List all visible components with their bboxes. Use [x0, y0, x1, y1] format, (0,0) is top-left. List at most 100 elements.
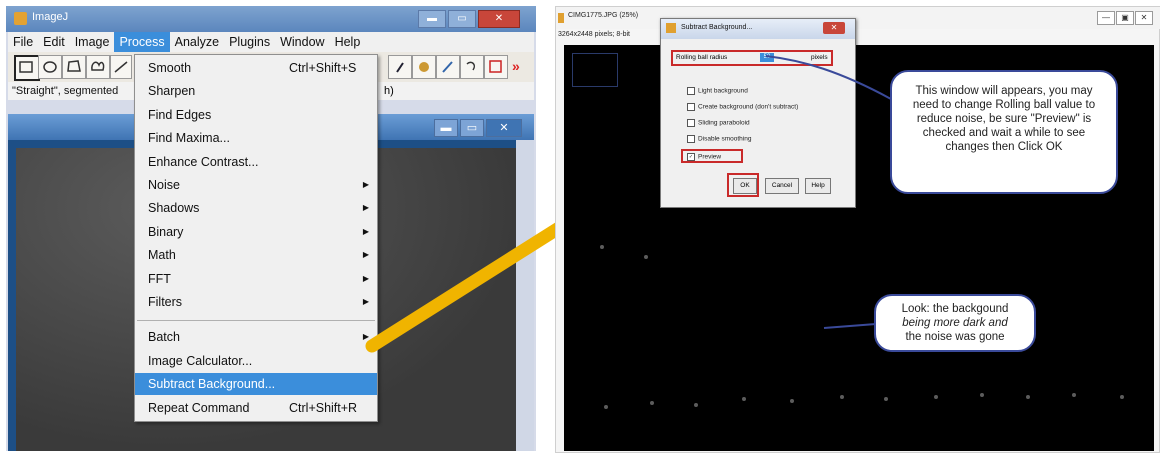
rectangle-tool-icon[interactable]	[14, 55, 40, 81]
checkbox-label: Disable smoothing	[698, 135, 752, 143]
imagej-titlebar: ImageJ ▬ ▭ ✕	[6, 6, 536, 32]
menu-item-repeat-command[interactable]: Repeat Command Ctrl+Shift+R	[135, 397, 377, 419]
menu-window[interactable]: Window	[275, 32, 329, 52]
image-speck	[934, 395, 938, 399]
result-callout-line2: being more dark and	[902, 317, 1008, 329]
callout-pointer-bottom	[823, 323, 877, 329]
image-speck	[1072, 393, 1076, 397]
menu-item-label: Find Edges	[148, 107, 212, 122]
process-menu: Smooth Ctrl+Shift+S Sharpen Find Edges Find …	[134, 54, 378, 422]
menu-item-label: Smooth	[148, 61, 192, 75]
result-callout-line3: the noise was gone	[905, 331, 1005, 343]
checkbox-box[interactable]	[687, 87, 695, 95]
menu-item-batch[interactable]: Batch ▶	[135, 326, 377, 348]
image-speck	[742, 397, 746, 401]
menu-item-math[interactable]: Math ▶	[135, 244, 377, 266]
menu-image[interactable]: Image	[70, 32, 115, 52]
more-tools-icon[interactable]: »	[512, 58, 520, 74]
menu-bar: File Edit Image Process Analyze Plugins Window…	[8, 32, 534, 52]
menu-item-label: Sharpen	[148, 84, 196, 99]
result-callout: Look: the backgound being more dark and …	[874, 294, 1036, 352]
result-callout-line1: Look: the backgound	[901, 303, 1009, 315]
menu-process[interactable]: Process	[114, 32, 170, 52]
menu-item-image-calculator[interactable]: Image Calculator...	[135, 350, 377, 372]
menu-separator	[137, 320, 375, 322]
menu-item-label: Math	[148, 248, 176, 263]
menu-item-shortcut: Ctrl+Shift+S	[289, 61, 357, 75]
menu-plugins[interactable]: Plugins	[224, 32, 275, 52]
menu-item-label: Binary	[148, 224, 184, 239]
maximize-button[interactable]: ▣	[1116, 11, 1134, 25]
dialog-title: Subtract Background...	[681, 24, 753, 31]
menu-item-fft[interactable]: FFT ▶	[135, 268, 377, 290]
lut-tool-icon[interactable]	[412, 55, 436, 79]
menu-item-label: Shadows	[148, 201, 200, 216]
image-speck	[600, 245, 604, 249]
menu-item-find-maxima[interactable]: Find Maxima...	[135, 127, 377, 149]
minimize-button[interactable]: ▬	[418, 10, 446, 28]
rolling-ball-label: Rolling ball radius	[676, 54, 728, 61]
menu-edit[interactable]: Edit	[38, 32, 70, 52]
menu-item-enhance-contrast[interactable]: Enhance Contrast...	[135, 151, 377, 173]
checkbox-sliding-paraboloid[interactable]: Sliding paraboloid	[687, 119, 750, 127]
menu-help[interactable]: Help	[330, 32, 366, 52]
stack-tool-icon[interactable]	[484, 55, 508, 79]
menu-analyze[interactable]: Analyze	[170, 32, 224, 52]
status-bar-right: h)	[384, 85, 394, 97]
checkbox-disable-smoothing[interactable]: Disable smoothing	[687, 135, 751, 143]
preview-highlight-box	[681, 149, 743, 163]
freehand-tool-icon[interactable]	[86, 55, 110, 79]
cancel-button[interactable]: Cancel	[765, 178, 799, 194]
checkbox-box[interactable]	[687, 135, 695, 143]
imagej-window-buttons: ▬ ▭ ✕	[418, 10, 520, 28]
instruction-callout: This window will appears, you may need t…	[890, 70, 1118, 194]
imagej-app-icon	[666, 23, 676, 33]
menu-item-filters[interactable]: Filters ▶	[135, 291, 377, 313]
minimize-button[interactable]: —	[1097, 11, 1115, 25]
image-speck	[644, 255, 648, 259]
close-button[interactable]: ✕	[478, 10, 520, 28]
maximize-button[interactable]: ▭	[448, 10, 476, 28]
menu-file[interactable]: File	[8, 32, 38, 52]
menu-item-subtract-background[interactable]: Subtract Background...	[135, 373, 377, 396]
help-button[interactable]: Help	[805, 178, 831, 194]
selection-rectangle	[572, 53, 618, 87]
close-button[interactable]: ✕	[486, 119, 522, 137]
close-button[interactable]: ✕	[1135, 11, 1153, 25]
arrow-tool-icon[interactable]	[460, 55, 484, 79]
checkbox-label: Light background	[698, 87, 748, 95]
menu-item-label: Batch	[148, 330, 180, 345]
menu-item-shortcut: Ctrl+Shift+R	[289, 400, 358, 415]
result-window-titlebar: CIMG1775.JPG (25%) — ▣ ✕	[556, 7, 1160, 29]
image-speck	[650, 401, 654, 405]
menu-item-shadows[interactable]: Shadows ▶	[135, 197, 377, 219]
imagej-app-icon	[14, 12, 27, 25]
minimize-button[interactable]: ▬	[434, 119, 458, 137]
maximize-button[interactable]: ▭	[460, 119, 484, 137]
menu-item-sharpen[interactable]: Sharpen	[135, 80, 377, 102]
menu-item-label: Find Maxima...	[148, 131, 230, 146]
brush-tool-icon[interactable]	[436, 55, 460, 79]
menu-item-label: Repeat Command	[148, 400, 250, 415]
imagej-app-icon	[558, 13, 564, 23]
menu-item-binary[interactable]: Binary ▶	[135, 221, 377, 243]
checkbox-box[interactable]	[687, 119, 695, 127]
checkbox-box[interactable]	[687, 103, 695, 111]
menu-item-noise[interactable]: Noise ▶	[135, 174, 377, 196]
polygon-tool-icon[interactable]	[62, 55, 86, 79]
image-speck	[840, 395, 844, 399]
menu-item-smooth[interactable]: Smooth Ctrl+Shift+S	[135, 57, 377, 79]
ok-button[interactable]: OK	[733, 178, 757, 194]
line-tool-icon[interactable]	[110, 55, 132, 79]
oval-tool-icon[interactable]	[38, 55, 62, 79]
menu-item-find-edges[interactable]: Find Edges	[135, 104, 377, 126]
menu-item-label: Enhance Contrast...	[148, 154, 259, 169]
menu-item-label: Noise	[148, 178, 180, 192]
image-info: 3264x2448 pixels; 8-bit	[558, 31, 630, 38]
dropper-tool-icon[interactable]	[388, 55, 412, 79]
image-speck	[980, 393, 984, 397]
checkbox-light-background[interactable]: Light background	[687, 87, 748, 95]
checkbox-label: Sliding paraboloid	[698, 119, 750, 127]
imagej-title: ImageJ	[32, 11, 69, 23]
dialog-close-button[interactable]: ✕	[823, 22, 845, 34]
